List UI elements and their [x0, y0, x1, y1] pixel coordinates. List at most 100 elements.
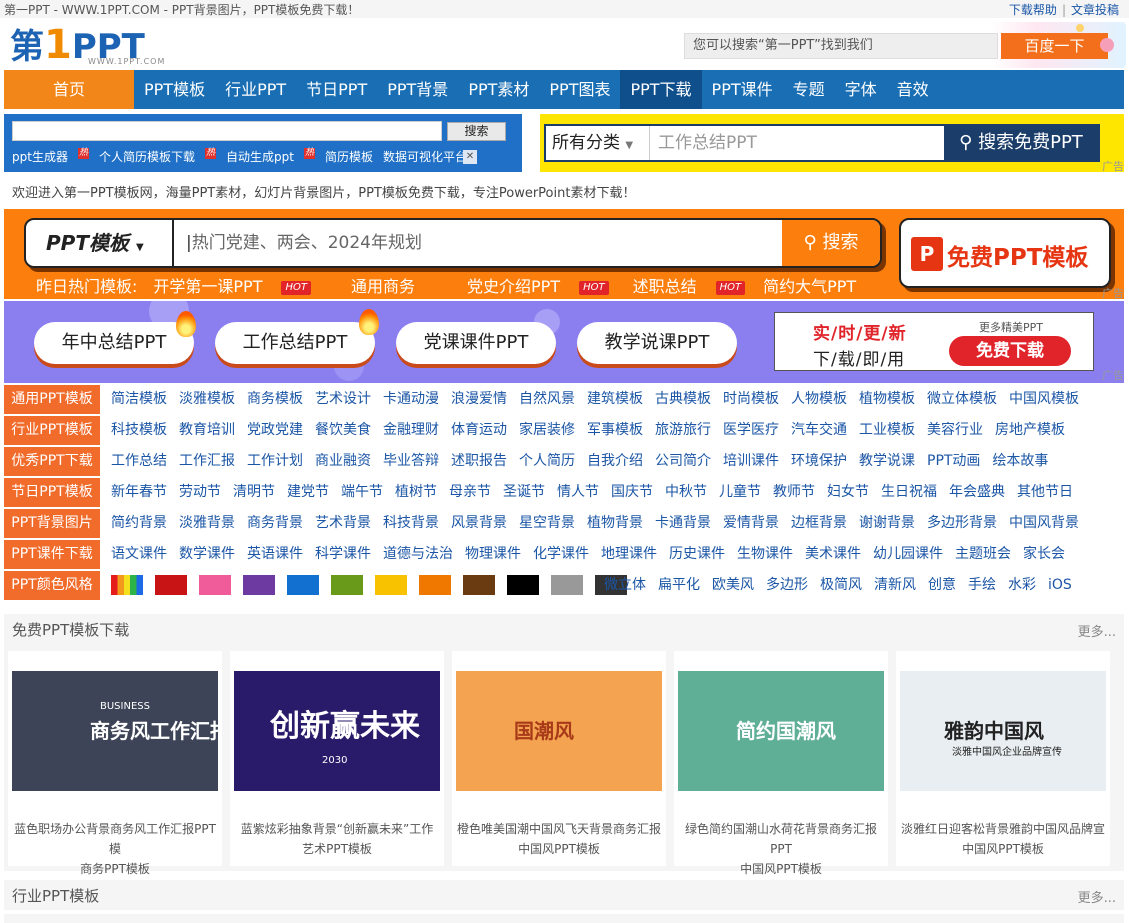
- category-link[interactable]: 教学说课: [859, 447, 915, 476]
- category-link[interactable]: 工作总结: [111, 447, 167, 476]
- caption-title[interactable]: 绿色简约国潮山水荷花背景商务汇报PPT: [678, 819, 884, 859]
- category-link[interactable]: 科技背景: [383, 509, 439, 538]
- category-link[interactable]: 生物课件: [737, 540, 793, 569]
- nav-item-courseware[interactable]: PPT课件: [702, 70, 783, 109]
- template-caption[interactable]: 淡雅红日迎客松背景雅韵中国风品牌宣 中国风PPT模板: [900, 819, 1106, 859]
- category-link[interactable]: 谢谢背景: [859, 509, 915, 538]
- category-link[interactable]: 爱情背景: [723, 509, 779, 538]
- category-link[interactable]: 微立体模板: [927, 385, 997, 414]
- category-link[interactable]: 科学课件: [315, 540, 371, 569]
- category-link[interactable]: 生日祝福: [881, 478, 937, 507]
- ad-link[interactable]: 自动生成ppt 热: [226, 148, 315, 165]
- category-link[interactable]: 植物背景: [587, 509, 643, 538]
- baidu-search-button[interactable]: 百度一下: [1001, 33, 1108, 59]
- caption-title[interactable]: 蓝紫炫彩抽象背景“创新赢未来”工作: [234, 819, 440, 839]
- template-thumbnail[interactable]: 商务风工作汇报 BUSINESS: [12, 671, 218, 791]
- category-link[interactable]: 植物模板: [859, 385, 915, 414]
- category-link[interactable]: 化学课件: [533, 540, 589, 569]
- caption-title[interactable]: 淡雅红日迎客松背景雅韵中国风品牌宣: [900, 819, 1106, 839]
- color-swatch[interactable]: [243, 575, 275, 595]
- category-link[interactable]: 建党节: [287, 478, 329, 507]
- nav-item-background[interactable]: PPT背景: [377, 70, 458, 109]
- caption-category[interactable]: 中国风PPT模板: [900, 839, 1106, 859]
- category-link[interactable]: 数学课件: [179, 540, 235, 569]
- category-link[interactable]: 工作汇报: [179, 447, 235, 476]
- template-category-select[interactable]: PPT模板 ▼: [26, 220, 174, 266]
- nav-item-sounds[interactable]: 音效: [887, 70, 939, 109]
- color-swatch[interactable]: [287, 575, 319, 595]
- category-link[interactable]: 房地产模板: [995, 416, 1065, 445]
- category-link[interactable]: 党政党建: [247, 416, 303, 445]
- topic-pill[interactable]: 年中总结PPT: [34, 322, 194, 364]
- template-card[interactable]: 商务风工作汇报 BUSINESS 蓝色职场办公背景商务风工作汇报PPT模 商务PPT模…: [8, 651, 222, 876]
- category-link[interactable]: 工作计划: [247, 447, 303, 476]
- nav-item-industry[interactable]: 行业PPT: [215, 70, 296, 109]
- category-link[interactable]: 公司简介: [655, 447, 711, 476]
- nav-item-material[interactable]: PPT素材: [458, 70, 539, 109]
- category-link[interactable]: 培训课件: [723, 447, 779, 476]
- caption-category[interactable]: 中国风PPT模板: [678, 859, 884, 879]
- nav-item-chart[interactable]: PPT图表: [539, 70, 620, 109]
- category-link[interactable]: 医学医疗: [723, 416, 779, 445]
- category-link[interactable]: 物理课件: [465, 540, 521, 569]
- ad-search-input[interactable]: [12, 121, 442, 141]
- category-link[interactable]: 道德与法治: [383, 540, 453, 569]
- topic-pill[interactable]: 工作总结PPT: [215, 322, 375, 364]
- template-thumbnail[interactable]: 国潮风: [456, 671, 662, 791]
- category-link[interactable]: 星空背景: [519, 509, 575, 538]
- color-swatch[interactable]: [507, 575, 539, 595]
- category-link[interactable]: 教育培训: [179, 416, 235, 445]
- category-link[interactable]: 地理课件: [601, 540, 657, 569]
- template-caption[interactable]: 蓝紫炫彩抽象背景“创新赢未来”工作 艺术PPT模板: [234, 819, 440, 859]
- nav-item-download[interactable]: PPT下载: [620, 70, 702, 109]
- category-link[interactable]: 简约背景: [111, 509, 167, 538]
- free-download-button[interactable]: 免费下载: [949, 336, 1071, 366]
- category-link[interactable]: 年会盛典: [949, 478, 1005, 507]
- category-link[interactable]: 简洁模板: [111, 385, 167, 414]
- category-label[interactable]: 行业PPT模板: [4, 416, 100, 445]
- category-link[interactable]: 商业融资: [315, 447, 371, 476]
- site-logo[interactable]: 第1PPT WWW.1PPT.COM: [10, 25, 180, 66]
- ad-link[interactable]: 个人简历模板下载热: [99, 148, 216, 165]
- style-link[interactable]: 欧美风: [712, 571, 754, 600]
- category-link[interactable]: 古典模板: [655, 385, 711, 414]
- category-label[interactable]: PPT课件下载: [4, 540, 100, 569]
- category-label[interactable]: 通用PPT模板: [4, 385, 100, 414]
- template-card[interactable]: 创新赢未来 2030 蓝紫炫彩抽象背景“创新赢未来”工作 艺术PPT模板: [230, 651, 444, 866]
- category-link[interactable]: 中国风背景: [1009, 509, 1079, 538]
- template-thumbnail[interactable]: 简约国潮风: [678, 671, 884, 791]
- template-card[interactable]: 国潮风橙色唯美国潮中国风飞天背景商务汇报 中国风PPT模板: [452, 651, 666, 866]
- caption-category[interactable]: 中国风PPT模板: [456, 839, 662, 859]
- topic-pill[interactable]: 党课课件PPT: [396, 322, 556, 364]
- template-search-input[interactable]: |热门党建、两会、2024年规划: [186, 220, 422, 266]
- free-ppt-search-button[interactable]: ⚲ 搜索免费PPT: [944, 126, 1098, 160]
- category-link[interactable]: 淡雅背景: [179, 509, 235, 538]
- category-link[interactable]: 自然风景: [519, 385, 575, 414]
- category-link[interactable]: 母亲节: [449, 478, 491, 507]
- category-link[interactable]: 艺术背景: [315, 509, 371, 538]
- category-link[interactable]: 劳动节: [179, 478, 221, 507]
- template-caption[interactable]: 绿色简约国潮山水荷花背景商务汇报PPT 中国风PPT模板: [678, 819, 884, 879]
- nav-item-topics[interactable]: 专题: [783, 70, 835, 109]
- category-link[interactable]: 家长会: [1023, 540, 1065, 569]
- download-ad[interactable]: 实/时/更/新 下/载/即/用 更多精美PPT 免费下载: [774, 312, 1094, 371]
- category-label[interactable]: 节日PPT模板: [4, 478, 100, 507]
- category-select[interactable]: 所有分类 ▼: [546, 126, 650, 160]
- color-swatch[interactable]: [111, 575, 143, 595]
- hot-link[interactable]: 述职总结 HOT: [633, 273, 746, 297]
- category-link[interactable]: 英语课件: [247, 540, 303, 569]
- category-link[interactable]: 圣诞节: [503, 478, 545, 507]
- category-link[interactable]: 历史课件: [669, 540, 725, 569]
- caption-title[interactable]: 橙色唯美国潮中国风飞天背景商务汇报: [456, 819, 662, 839]
- category-link[interactable]: 风景背景: [451, 509, 507, 538]
- color-swatch[interactable]: [463, 575, 495, 595]
- category-link[interactable]: 情人节: [557, 478, 599, 507]
- close-icon[interactable]: ✕: [463, 150, 477, 164]
- category-link[interactable]: 幼儿园课件: [873, 540, 943, 569]
- category-link[interactable]: 其他节日: [1017, 478, 1073, 507]
- category-link[interactable]: 国庆节: [611, 478, 653, 507]
- color-swatch[interactable]: [199, 575, 231, 595]
- category-link[interactable]: 美容行业: [927, 416, 983, 445]
- style-link[interactable]: 扁平化: [658, 571, 700, 600]
- style-link[interactable]: 清新风: [874, 571, 916, 600]
